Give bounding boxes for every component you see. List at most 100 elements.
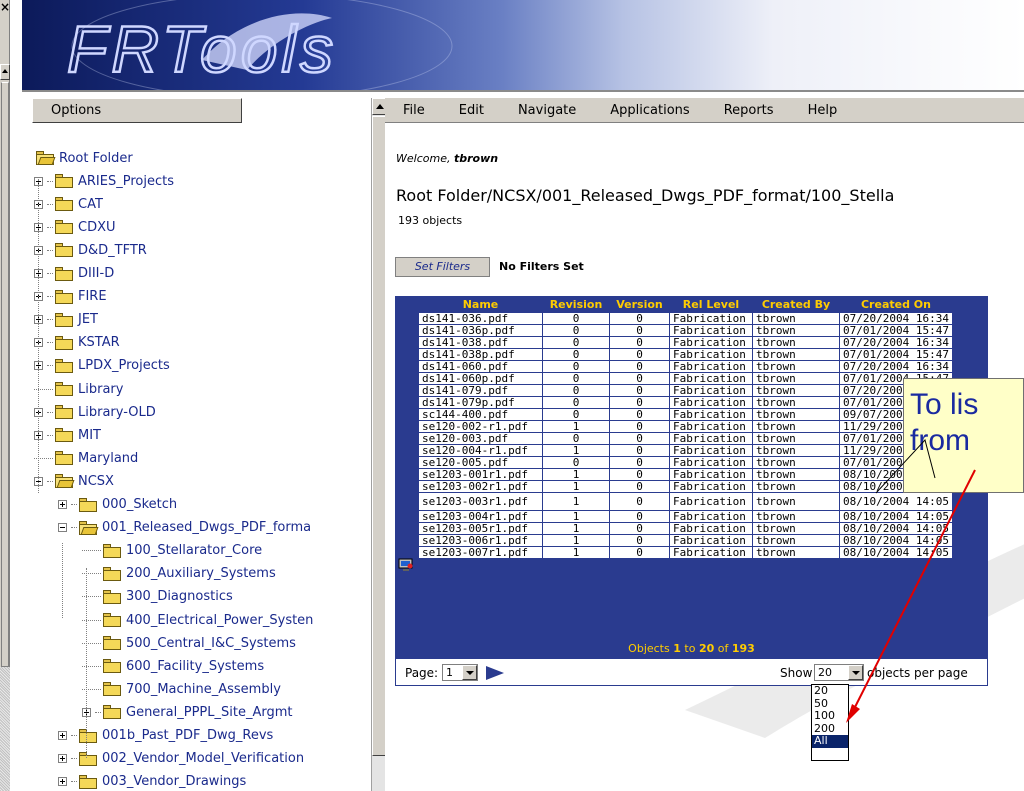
page-select[interactable]: 1 — [442, 664, 478, 681]
header-created-on[interactable]: Created On — [840, 298, 953, 312]
cell-name[interactable]: se1203-007r1.pdf — [418, 545, 543, 559]
tree-item[interactable]: CDXU — [34, 216, 116, 238]
tree-item[interactable]: KSTAR — [34, 332, 120, 354]
cell-name[interactable]: se120-004-r1.pdf — [418, 443, 543, 457]
cell-name[interactable]: se1203-005r1.pdf — [418, 521, 543, 535]
tree-item[interactable]: Maryland — [34, 447, 138, 469]
cell-name[interactable]: ds141-038.pdf — [418, 335, 543, 349]
header-version[interactable]: Version — [610, 298, 670, 312]
expand-plus-icon[interactable] — [58, 754, 67, 764]
dropdown-option-100[interactable]: 100 — [812, 710, 848, 723]
tree-item[interactable]: General_PPPL_Site_Argmt — [82, 701, 292, 723]
tree-item[interactable]: 500_Central_I&C_Systems — [82, 632, 296, 654]
tree-item[interactable]: 100_Stellarator_Core — [82, 540, 262, 562]
header-name[interactable]: Name — [419, 298, 543, 312]
menu-applications[interactable]: Applications — [592, 103, 705, 118]
tree-item[interactable]: 003_Vendor_Drawings — [58, 771, 246, 791]
header-rel-level[interactable]: Rel Level — [670, 298, 753, 312]
expand-plus-icon[interactable] — [58, 731, 67, 740]
table-row[interactable]: ds141-036p.pdf 0 0 Fabrication tbrown 07/01/2… — [418, 323, 953, 337]
table-row[interactable]: se1203-002r1.pdf 1 0 Fabrication tbrown 08/10… — [418, 479, 953, 493]
set-filters-button[interactable]: Set Filters — [395, 257, 490, 277]
options-tab[interactable]: Options — [32, 98, 242, 123]
tree-item[interactable]: MIT — [34, 424, 101, 446]
table-row[interactable]: se120-002-r1.pdf 1 0 Fabrication tbrown 11/29… — [418, 419, 953, 433]
cell-name[interactable]: ds141-036p.pdf — [418, 323, 543, 337]
tree-item[interactable]: CAT — [34, 193, 103, 215]
menu-navigate[interactable]: Navigate — [500, 103, 592, 118]
cell-name[interactable]: sc144-400.pdf — [418, 407, 543, 421]
tree-item[interactable]: 700_Machine_Assembly — [82, 678, 281, 700]
tree-root-folder[interactable]: Root Folder — [36, 147, 133, 169]
table-row[interactable]: se120-003.pdf 0 0 Fabrication tbrown 07/01/20… — [418, 431, 953, 445]
tree-item[interactable]: 000_Sketch — [58, 494, 177, 516]
next-page-arrow-icon[interactable] — [486, 666, 504, 680]
table-row[interactable]: se1203-007r1.pdf 1 0 Fabrication tbrown 08/10… — [418, 545, 953, 559]
tree-item[interactable]: JET — [34, 309, 98, 331]
table-row[interactable]: se1203-006r1.pdf 1 0 Fabrication tbrown 08/10… — [418, 533, 953, 547]
cell-name[interactable]: se120-003.pdf — [418, 431, 543, 445]
menu-help[interactable]: Help — [790, 103, 854, 118]
tree-item[interactable]: Library-OLD — [34, 401, 156, 423]
table-row[interactable]: ds141-060.pdf 0 0 Fabrication tbrown 07/20/20… — [418, 359, 953, 373]
expand-plus-icon[interactable] — [58, 777, 67, 787]
table-row[interactable]: ds141-079p.pdf 0 0 Fabrication tbrown 07/01/2… — [418, 395, 953, 409]
table-row[interactable]: ds141-038p.pdf 0 0 Fabrication tbrown 07/01/2… — [418, 347, 953, 361]
menu-reports[interactable]: Reports — [706, 103, 790, 118]
objects-per-page-select[interactable]: 20 — [814, 664, 864, 681]
tree-item[interactable]: DIII-D — [34, 263, 114, 285]
cell-name[interactable]: ds141-079.pdf — [418, 383, 543, 397]
tree-item[interactable]: 001b_Past_PDF_Dwg_Revs — [58, 725, 273, 747]
chevron-down-icon[interactable] — [462, 665, 477, 680]
tree-item[interactable]: NCSX — [34, 470, 114, 492]
dropdown-option-20[interactable]: 20 — [812, 685, 848, 698]
table-row[interactable]: se1203-004r1.pdf 1 0 Fabrication tbrown 08/10… — [418, 509, 953, 523]
cell-name[interactable]: se1203-006r1.pdf — [418, 533, 543, 547]
chevron-down-icon[interactable] — [848, 665, 863, 680]
table-row[interactable]: sc144-400.pdf 0 0 Fabrication tbrown 09/07/20… — [418, 407, 953, 421]
tree-item[interactable]: ARIES_Projects — [34, 170, 174, 192]
table-row[interactable]: ds141-038.pdf 0 0 Fabrication tbrown 07/20/20… — [418, 335, 953, 349]
tree-item[interactable]: FIRE — [34, 286, 107, 308]
close-icon[interactable]: × — [0, 0, 10, 16]
folder-icon — [55, 312, 73, 327]
menu-file[interactable]: File — [385, 103, 441, 118]
cell-name[interactable]: se1203-003r1.pdf — [418, 491, 543, 511]
cell-name[interactable]: se1203-001r1.pdf — [418, 467, 543, 481]
tree-item[interactable]: 200_Auxiliary_Systems — [82, 563, 276, 585]
cell-name[interactable]: ds141-036.pdf — [418, 311, 543, 325]
table-row[interactable]: ds141-079.pdf 0 0 Fabrication tbrown 07/20/20… — [418, 383, 953, 397]
header-created-by[interactable]: Created By — [753, 298, 840, 312]
header-revision[interactable]: Revision — [543, 298, 610, 312]
tree-item[interactable]: D&D_TFTR — [34, 239, 147, 261]
cell-name[interactable]: ds141-060.pdf — [418, 359, 543, 373]
tree-item[interactable]: Library — [34, 378, 123, 400]
tree-item[interactable]: 300_Diagnostics — [82, 586, 233, 608]
cell-name[interactable]: se1203-002r1.pdf — [418, 479, 543, 493]
tree-item[interactable]: LPDX_Projects — [34, 355, 170, 377]
table-row[interactable]: se120-005.pdf 0 0 Fabrication tbrown 07/01/20… — [418, 455, 953, 469]
table-row[interactable]: se1203-001r1.pdf 1 0 Fabrication tbrown 08/10… — [418, 467, 953, 481]
table-row[interactable]: se120-004-r1.pdf 1 0 Fabrication tbrown 11/29… — [418, 443, 953, 457]
table-row[interactable]: se1203-003r1.pdf 1 0 Fabrication tbrown 08/10… — [418, 491, 953, 511]
outer-scroll-up-button[interactable] — [0, 64, 10, 80]
table-row[interactable]: se1203-005r1.pdf 1 0 Fabrication tbrown 08/10… — [418, 521, 953, 535]
tree-item[interactable]: 600_Facility_Systems — [82, 655, 264, 677]
cell-name[interactable]: se120-005.pdf — [418, 455, 543, 469]
cell-name[interactable]: ds141-060p.pdf — [418, 371, 543, 385]
outer-scrollbar[interactable] — [1, 82, 9, 667]
tree-item[interactable]: 002_Vendor_Model_Verification — [58, 748, 304, 770]
table-row[interactable]: ds141-036.pdf 0 0 Fabrication tbrown 07/20/20… — [418, 311, 953, 325]
expand-plus-icon[interactable] — [58, 500, 67, 509]
cell-name[interactable]: se1203-004r1.pdf — [418, 509, 543, 523]
cell-name[interactable]: ds141-038p.pdf — [418, 347, 543, 361]
table-row[interactable]: ds141-060p.pdf 0 0 Fabrication tbrown 07/01/2… — [418, 371, 953, 385]
cell-name[interactable]: ds141-079p.pdf — [418, 395, 543, 409]
menu-edit[interactable]: Edit — [441, 103, 500, 118]
dropdown-option-all[interactable]: All — [812, 735, 848, 748]
collapse-minus-icon[interactable] — [58, 523, 67, 533]
tree-item[interactable]: 400_Electrical_Power_Systen — [82, 609, 313, 631]
cell-name[interactable]: se120-002-r1.pdf — [418, 419, 543, 433]
tree-item[interactable]: 001_Released_Dwgs_PDF_forma — [58, 517, 311, 539]
computer-icon[interactable] — [398, 558, 414, 572]
